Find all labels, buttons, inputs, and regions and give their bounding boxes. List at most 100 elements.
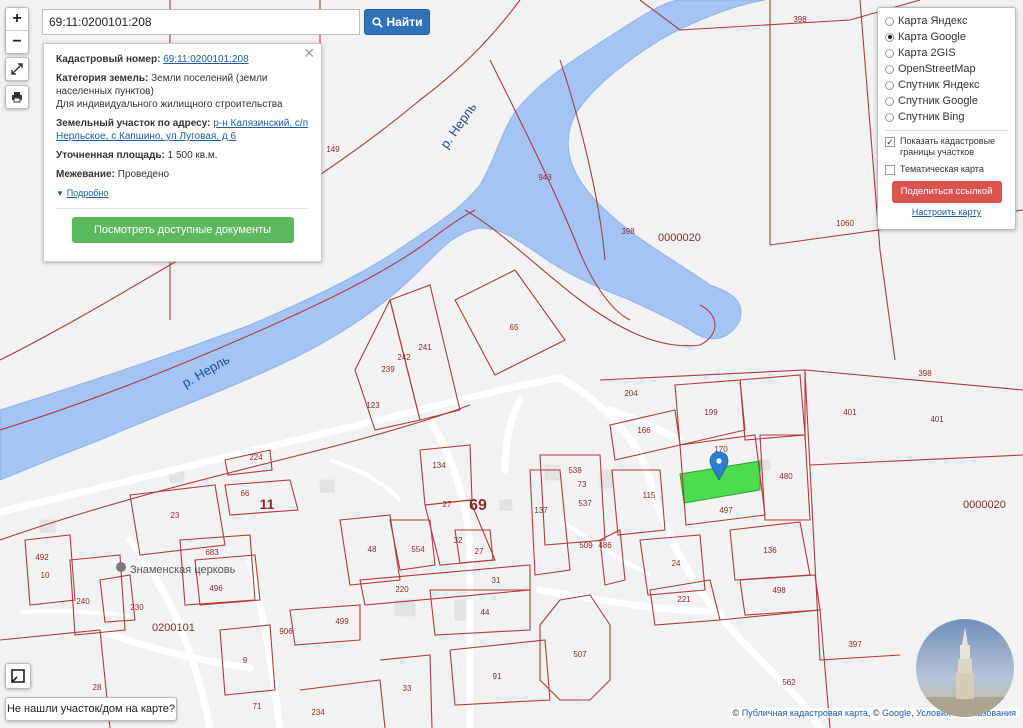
basemap-option[interactable]: Спутник Google <box>885 93 1008 109</box>
parcel-number: 32 <box>454 536 463 545</box>
basemap-radio[interactable] <box>885 112 894 122</box>
parcel-number: 509 <box>579 541 593 550</box>
parcel-number: 486 <box>598 541 612 550</box>
popup-divider <box>56 208 309 209</box>
parcel-number: 66 <box>241 489 250 498</box>
parcel-number: 562 <box>782 678 796 687</box>
parcel-number: 27 <box>475 547 484 556</box>
basemap-option-label: Карта 2GIS <box>898 47 956 59</box>
thematic-map-checkbox[interactable] <box>885 165 895 175</box>
parcel-number: 149 <box>326 145 340 154</box>
thematic-map-option[interactable]: Тематическая карта <box>885 164 1008 175</box>
parcel-number: 538 <box>568 466 582 475</box>
parcel-number: 1060 <box>836 219 854 228</box>
parcel-number: 398 <box>621 227 635 236</box>
basemap-option[interactable]: Спутник Bing <box>885 109 1008 125</box>
church-photo-image <box>916 619 1014 717</box>
church-icon <box>116 562 126 572</box>
survey-value: Проведено <box>117 169 170 180</box>
parcel-number: 134 <box>432 461 446 470</box>
fullscreen-button[interactable] <box>5 57 29 81</box>
show-cadastral-option[interactable]: ✓ Показать кадастровые границы участков <box>885 136 1008 158</box>
basemap-option[interactable]: Карта Google <box>885 29 1008 45</box>
parcel-number: 397 <box>848 640 862 649</box>
parcel-number: 398 <box>793 15 807 24</box>
printer-icon <box>12 92 22 103</box>
quarter-label-0000020-top: 0000020 <box>658 232 701 244</box>
parcel-number: 242 <box>397 353 411 362</box>
search-input[interactable] <box>42 9 360 35</box>
basemap-option[interactable]: Карта Яндекс <box>885 13 1008 29</box>
survey-label: Межевание: <box>56 169 115 180</box>
parcel-number: 137 <box>534 506 548 515</box>
parcel-number: 23 <box>171 511 180 520</box>
basemap-radio[interactable] <box>885 80 894 90</box>
parcel-number: 136 <box>763 546 777 555</box>
parcel-number: 554 <box>411 545 425 554</box>
google-link[interactable]: Google <box>882 708 911 718</box>
show-cadastral-checkbox[interactable]: ✓ <box>885 137 895 147</box>
print-button[interactable] <box>5 85 29 109</box>
address-label: Земельный участок по адресу: <box>56 118 211 129</box>
parcel-number: 73 <box>578 480 587 489</box>
church-photo-thumbnail[interactable] <box>916 619 1014 717</box>
parcel-number: 497 <box>719 506 733 515</box>
parcel-number: 33 <box>403 684 412 693</box>
basemap-option-label: Спутник Google <box>898 95 978 107</box>
view-documents-button[interactable]: Посмотреть доступные документы <box>71 217 294 243</box>
church-poi[interactable]: Знаменская церковь <box>116 562 236 576</box>
parcel-number: 507 <box>573 650 587 659</box>
pkk-link[interactable]: Публичная кадастровая карта <box>742 708 868 718</box>
parcel-number: 906 <box>279 627 293 636</box>
parcel-number: 27 <box>443 500 452 509</box>
attribution-separator: , © <box>867 708 883 718</box>
basemap-options: Карта Яндекс Карта Google Карта 2GIS OpenSt… <box>885 13 1008 125</box>
marker-dot <box>716 458 722 464</box>
parcel-number: 65 <box>510 323 519 332</box>
parcel-number: 220 <box>395 585 409 594</box>
search-icon <box>371 16 383 28</box>
block-label-11: 11 <box>260 496 275 512</box>
parcel-number: 204 <box>624 389 638 398</box>
basemap-radio[interactable] <box>885 16 894 26</box>
close-icon[interactable]: ✕ <box>303 46 315 60</box>
basemap-option[interactable]: OpenStreetMap <box>885 61 1008 77</box>
layers-panel: Карта Яндекс Карта Google Карта 2GIS OpenSt… <box>877 7 1016 230</box>
cad-number-link[interactable]: 69:11:0200101:208 <box>163 54 248 65</box>
basemap-radio[interactable] <box>885 32 894 42</box>
thematic-map-label: Тематическая карта <box>900 164 984 174</box>
ruler-area-icon <box>11 669 25 683</box>
parcel-number: 537 <box>578 499 592 508</box>
parcel-number: 240 <box>76 597 90 606</box>
parcel-number: 199 <box>704 408 718 417</box>
parcel-number: 492 <box>35 553 49 562</box>
parcel-number: 499 <box>335 617 349 626</box>
details-link[interactable]: Подробно <box>67 188 109 198</box>
measure-button[interactable] <box>5 663 31 689</box>
basemap-radio[interactable] <box>885 64 894 74</box>
area-label: Уточненная площадь: <box>56 150 165 161</box>
zoom-in-button[interactable]: + <box>6 8 28 30</box>
basemap-option-label: Спутник Bing <box>898 111 965 123</box>
triangle-down-icon: ▼ <box>56 189 64 198</box>
basemap-option-label: Спутник Яндекс <box>898 79 980 91</box>
parcel-number: 241 <box>418 343 432 352</box>
basemap-radio[interactable] <box>885 96 894 106</box>
basemap-option-label: Карта Google <box>898 31 966 43</box>
zoom-out-button[interactable]: − <box>6 30 28 53</box>
basemap-option[interactable]: Карта 2GIS <box>885 45 1008 61</box>
parcel-number: 480 <box>779 472 793 481</box>
parcel-number: 401 <box>930 415 944 424</box>
basemap-option[interactable]: Спутник Яндекс <box>885 77 1008 93</box>
share-link-button[interactable]: Поделиться ссылкой <box>891 181 1002 203</box>
parcel-number: 24 <box>672 559 681 568</box>
parcel-number: 498 <box>772 586 786 595</box>
expand-icon <box>11 63 23 75</box>
parcel-number: 31 <box>492 576 501 585</box>
search-button[interactable]: Найти <box>364 9 430 35</box>
basemap-option-label: Карта Яндекс <box>898 15 968 27</box>
not-found-button[interactable]: Не нашли участок/дом на карте? <box>5 697 177 721</box>
basemap-radio[interactable] <box>885 48 894 58</box>
configure-map-link[interactable]: Настроить карту <box>885 207 1008 217</box>
church-label: Знаменская церковь <box>130 564 236 576</box>
